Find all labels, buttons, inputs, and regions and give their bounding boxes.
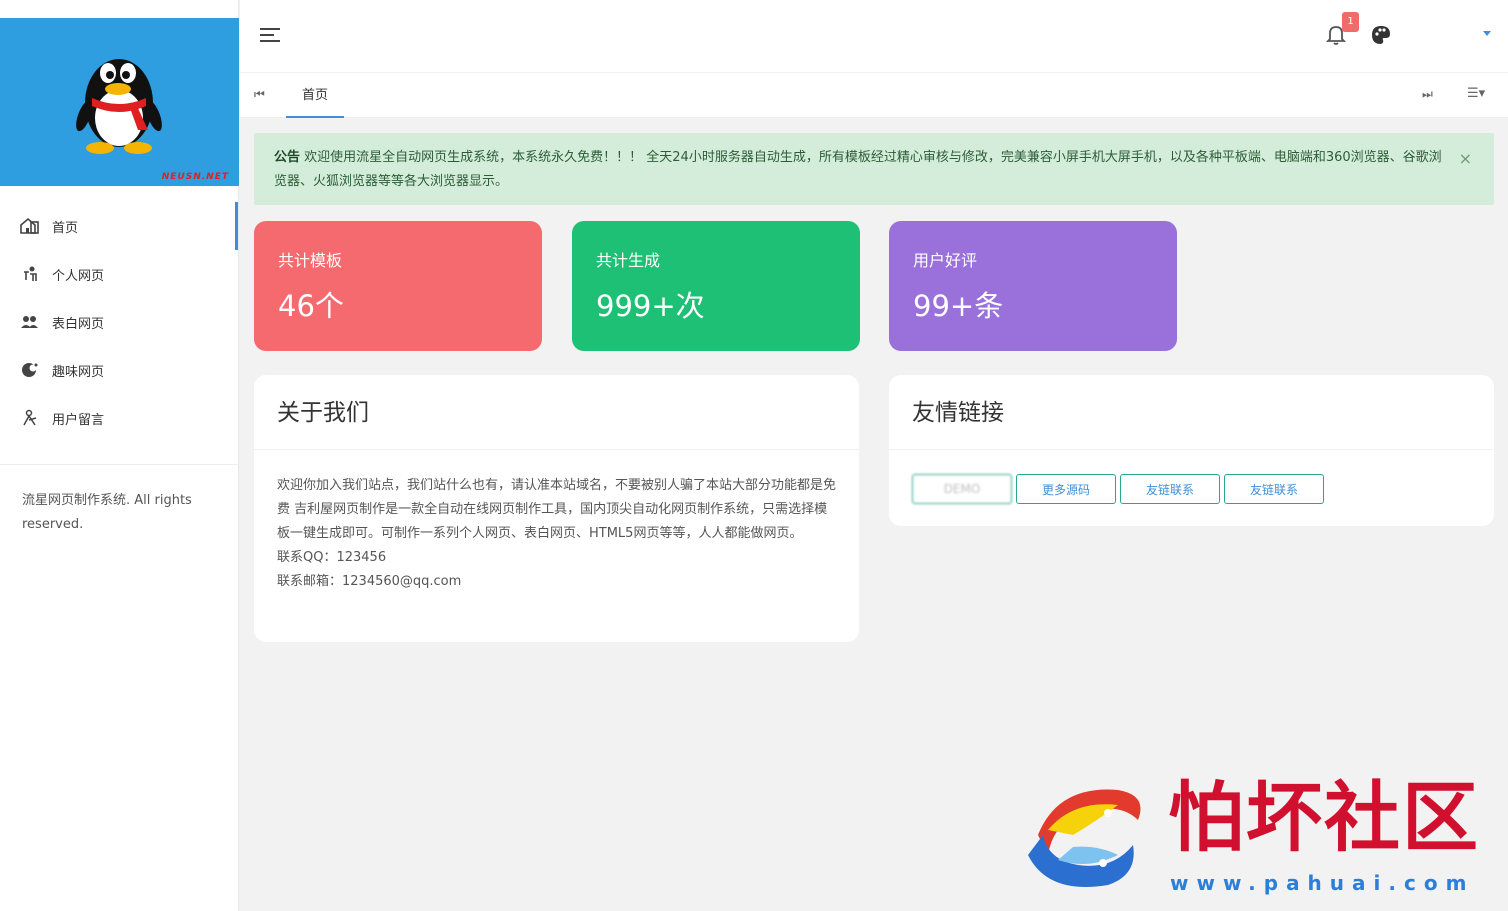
contact-email: 联系邮箱：1234560@qq.com — [277, 574, 462, 589]
sidebar-nav: 首页 个人网页 表白网页 趣味网页 用户留言 — [0, 202, 238, 442]
stat-value: 99+条 — [913, 289, 1004, 323]
friend-links-title: 友情链接 — [889, 375, 1494, 450]
friend-links-list: DEMO 更多源码 友链联系 友链联系 — [889, 450, 1494, 528]
sidebar-item-messages[interactable]: 用户留言 — [0, 394, 238, 442]
announcement-text: 欢迎使用流星全自动网页生成系统，本系统永久免费！！！ 全天24小时服务器自动生成… — [274, 150, 1442, 189]
fish-logo-icon — [1028, 789, 1141, 887]
users-icon — [20, 312, 40, 332]
sidebar-item-confession[interactable]: 表白网页 — [0, 298, 238, 346]
person-icon — [20, 264, 40, 284]
stat-card-reviews: 用户好评 99+条 — [889, 221, 1177, 351]
stat-value: 46个 — [278, 289, 344, 323]
sidebar-item-personal[interactable]: 个人网页 — [0, 250, 238, 298]
page-tabs-bar: ⏮ 首页 ⏭ ☰▾ — [240, 73, 1508, 118]
sidebar-item-label: 用户留言 — [52, 412, 105, 428]
about-body: 欢迎你加入我们站点，我们站什么也有，请认准本站域名，不要被别人骗了本站大部分功能… — [254, 450, 859, 618]
sidebar-item-label: 首页 — [52, 220, 79, 236]
tab-options-menu-icon[interactable]: ☰▾ — [1467, 86, 1485, 101]
stat-card-templates: 共计模板 46个 — [254, 221, 542, 351]
about-description: 欢迎你加入我们站点，我们站什么也有，请认准本站域名，不要被别人骗了本站大部分功能… — [277, 478, 837, 541]
notification-badge: 1 — [1342, 12, 1359, 32]
announcement-label: 公告 — [274, 150, 301, 165]
sidebar-item-fun[interactable]: 趣味网页 — [0, 346, 238, 394]
tab-home[interactable]: 首页 — [286, 73, 344, 118]
friend-link-contact[interactable]: 友链联系 — [1224, 474, 1324, 504]
watermark-url: www.pahuai.com — [1170, 871, 1475, 895]
sidebar-item-label: 表白网页 — [52, 316, 105, 332]
sidebar-item-home[interactable]: 首页 — [0, 202, 238, 250]
fun-icon — [20, 360, 40, 380]
top-header: 1 — [240, 0, 1508, 72]
stat-card-generated: 共计生成 999+次 — [572, 221, 860, 351]
sidebar-item-label: 趣味网页 — [52, 364, 105, 380]
home-icon — [20, 216, 40, 236]
sidebar-copyright: 流星网页制作系统. All rights reserved. — [22, 493, 192, 532]
friend-link-contact[interactable]: 友链联系 — [1120, 474, 1220, 504]
sidebar-item-label: 个人网页 — [52, 268, 105, 284]
chevron-down-icon[interactable] — [1483, 31, 1491, 36]
sidebar: NEUSN.NET 首页 个人网页 表白网页 趣味网页 用户留言 流星网页制作系… — [0, 0, 239, 911]
contact-qq: 联系QQ：123456 — [277, 550, 387, 565]
penguin-logo-icon — [76, 59, 162, 154]
palette-icon[interactable] — [1371, 25, 1391, 45]
about-title: 关于我们 — [254, 375, 859, 450]
menu-toggle-icon[interactable] — [259, 26, 281, 44]
watermark-text: 怕坏社区 — [1168, 773, 1480, 862]
logo-brand-text: NEUSN.NET — [161, 172, 229, 182]
stat-value: 999+次 — [596, 289, 705, 323]
tab-scroll-left-icon[interactable]: ⏮ — [254, 87, 265, 102]
stat-label: 共计生成 — [596, 251, 661, 270]
watermark: 怕坏社区 www.pahuai.com — [1018, 775, 1488, 900]
site-logo[interactable]: NEUSN.NET — [0, 18, 239, 186]
stat-label: 共计模板 — [278, 251, 343, 270]
friend-link-more-source[interactable]: 更多源码 — [1016, 474, 1116, 504]
friend-links-panel: 友情链接 DEMO 更多源码 友链联系 友链联系 — [889, 375, 1494, 526]
friend-link-demo[interactable]: DEMO — [912, 474, 1012, 504]
close-icon[interactable]: × — [1459, 147, 1472, 171]
about-panel: 关于我们 欢迎你加入我们站点，我们站什么也有，请认准本站域名，不要被别人骗了本站… — [254, 375, 859, 642]
message-icon — [20, 408, 40, 428]
announcement-banner: 公告 欢迎使用流星全自动网页生成系统，本系统永久免费！！！ 全天24小时服务器自… — [254, 133, 1494, 205]
tab-scroll-right-icon[interactable]: ⏭ — [1422, 87, 1433, 102]
stat-label: 用户好评 — [913, 251, 978, 270]
